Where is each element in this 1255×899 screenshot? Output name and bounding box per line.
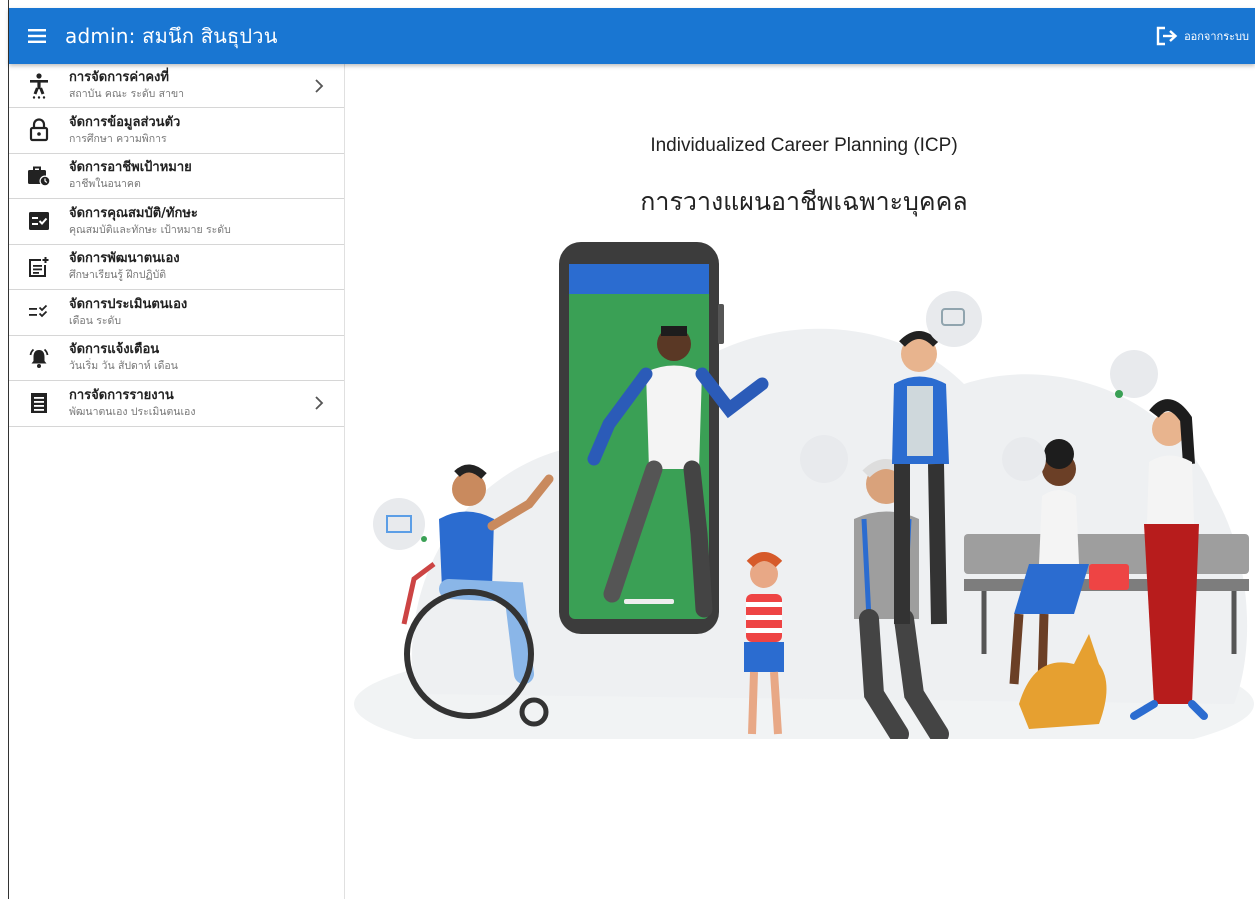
- post-add-icon: [29, 256, 49, 277]
- chevron-right-icon: [315, 396, 324, 410]
- sidebar-item-title: จัดการแจ้งเตือน: [69, 342, 160, 358]
- main-content: Individualized Career Planning (ICP) การ…: [345, 64, 1255, 899]
- alarm-bell-icon: [29, 348, 49, 368]
- sidebar-item-reports[interactable]: การจัดการรายงาน พัฒนาตนเอง ประเมินตนเอง: [9, 381, 344, 427]
- window-edge: [0, 0, 9, 899]
- hero-illustration: [354, 242, 1254, 739]
- menu-button[interactable]: [9, 8, 65, 64]
- sidebar-item-self-development[interactable]: จัดการพัฒนาตนเอง ศึกษาเรียนรู้ ฝึกปฏิบัต…: [9, 245, 344, 290]
- work-history-icon: [28, 166, 51, 187]
- rule-icon: [29, 305, 48, 318]
- sidebar-item-title: จัดการอาชีพเป้าหมาย: [69, 160, 192, 176]
- chevron-right-icon: [315, 78, 324, 93]
- page-title-english: Individualized Career Planning (ICP): [650, 135, 958, 156]
- accessibility-icon: [30, 72, 48, 99]
- sidebar-item-subtitle: สถาบัน คณะ ระดับ สาขา: [69, 88, 185, 100]
- sidebar-item-title: จัดการประเมินตนเอง: [69, 296, 188, 312]
- logout-label: ออกจากระบบ: [1184, 30, 1249, 43]
- logout-icon: [1156, 26, 1178, 46]
- sidebar-item-title: จัดการคุณสมบัติ/ทักษะ: [69, 205, 198, 221]
- sidebar-item-subtitle: พัฒนาตนเอง ประเมินตนเอง: [69, 405, 196, 418]
- lock-icon: [29, 118, 49, 142]
- sidebar-item-subtitle: การศึกษา ความพิการ: [69, 132, 167, 145]
- sidebar: การจัดการค่าคงที่ สถาบัน คณะ ระดับ สาขา …: [9, 64, 345, 899]
- logout-button[interactable]: ออกจากระบบ: [1156, 8, 1249, 64]
- page: admin: สมนึก สินธุปวน ออกจากระบบ การจัดก…: [0, 0, 1255, 899]
- sidebar-item-title: การจัดการค่าคงที่: [69, 70, 169, 85]
- sidebar-item-title: จัดการพัฒนาตนเอง: [69, 251, 180, 267]
- sidebar-item-subtitle: วันเริ่ม วัน สัปดาห์ เดือน: [69, 360, 178, 373]
- sidebar-item-subtitle: คุณสมบัติและทักษะ เป้าหมาย ระดับ: [69, 223, 231, 236]
- hamburger-menu-icon: [28, 29, 46, 43]
- sidebar-item-subtitle: เดือน ระดับ: [69, 314, 121, 327]
- page-title-thai: การวางแผนอาชีพเฉพาะบุคคล: [640, 187, 968, 216]
- sidebar-item-subtitle: ศึกษาเรียนรู้ ฝึกปฏิบัติ: [69, 269, 167, 282]
- sidebar-item-constants[interactable]: การจัดการค่าคงที่ สถาบัน คณะ ระดับ สาขา: [9, 64, 344, 108]
- app-bar: admin: สมนึก สินธุปวน ออกจากระบบ: [9, 8, 1255, 64]
- sidebar-item-subtitle: อาชีพในอนาคต: [69, 178, 141, 191]
- sidebar-item-title: การจัดการรายงาน: [69, 387, 174, 403]
- receipt-icon: [31, 393, 47, 414]
- sidebar-item-target-career[interactable]: จัดการอาชีพเป้าหมาย อาชีพในอนาคต: [9, 154, 344, 199]
- sidebar-item-title: จัดการข้อมูลส่วนตัว: [69, 114, 181, 130]
- app-title: admin: สมนึก สินธุปวน: [65, 24, 278, 48]
- sidebar-item-skills[interactable]: จัดการคุณสมบัติ/ทักษะ คุณสมบัติและทักษะ …: [9, 199, 344, 245]
- sidebar-item-self-assessment[interactable]: จัดการประเมินตนเอง เดือน ระดับ: [9, 290, 344, 336]
- sidebar-item-personal-info[interactable]: จัดการข้อมูลส่วนตัว การศึกษา ความพิการ: [9, 108, 344, 154]
- fact-check-icon: [29, 212, 49, 231]
- sidebar-item-notifications[interactable]: จัดการแจ้งเตือน วันเริ่ม วัน สัปดาห์ เดื…: [9, 336, 344, 381]
